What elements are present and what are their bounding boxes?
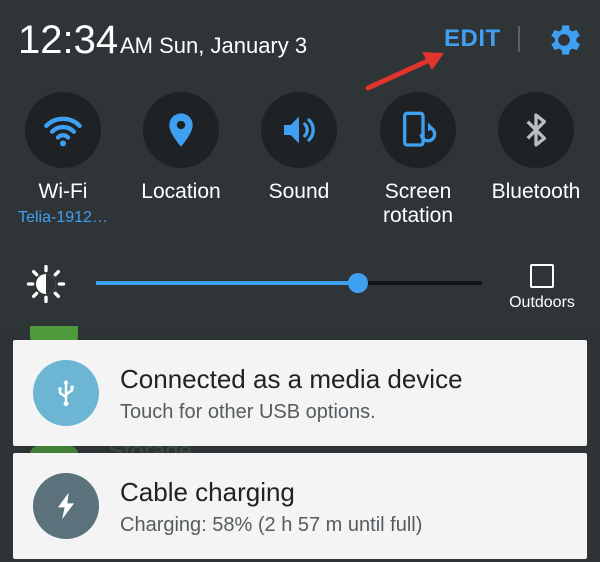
edit-button[interactable]: EDIT <box>444 26 501 52</box>
header-divider <box>518 26 520 52</box>
clock-date: AM Sun, January 3 <box>120 33 308 58</box>
usb-notification-subtitle: Touch for other USB options. <box>120 401 376 423</box>
notification-charging[interactable]: Cable charging Charging: 58% (2 h 57 m u… <box>13 453 587 559</box>
location-pin-icon <box>169 113 193 147</box>
usb-notification-icon-circle <box>33 360 99 426</box>
charging-notification-subtitle: Charging: 58% (2 h 57 m until full) <box>120 514 423 536</box>
wifi-network-name: Telia-1912… <box>18 209 108 226</box>
outdoors-label: Outdoors <box>509 294 575 311</box>
quick-settings-panel: 12:34 AM Sun, January 3 EDIT Wi-Fi Telia… <box>0 0 600 330</box>
location-toggle[interactable] <box>143 92 219 168</box>
brightness-slider-thumb[interactable] <box>348 273 369 293</box>
screen-rotation-icon <box>403 111 437 147</box>
charging-notification-title: Cable charging <box>120 477 295 507</box>
sound-toggle[interactable] <box>261 92 337 168</box>
brightness-slider[interactable] <box>96 273 482 293</box>
notification-usb[interactable]: Connected as a media device Touch for ot… <box>13 340 587 446</box>
wifi-toggle[interactable] <box>25 92 101 168</box>
bluetooth-icon <box>526 113 546 147</box>
screen-rotation-toggle[interactable] <box>380 92 456 168</box>
brightness-icon <box>26 264 66 304</box>
lightning-bolt-icon <box>58 492 74 520</box>
brightness-slider-fill <box>96 281 359 285</box>
bluetooth-label: Bluetooth <box>491 180 581 203</box>
clock-time: 12:34 <box>18 18 119 62</box>
usb-icon <box>58 379 74 407</box>
screen-rotation-label-line1: Screen <box>384 180 452 203</box>
usb-notification-title: Connected as a media device <box>120 364 463 394</box>
annotation-arrow-icon <box>365 52 444 91</box>
gear-icon[interactable] <box>544 20 584 60</box>
charging-notification-icon-circle <box>33 473 99 539</box>
wifi-icon <box>44 116 82 147</box>
bluetooth-toggle[interactable] <box>498 92 574 168</box>
speaker-icon <box>284 116 315 144</box>
screen-rotation-label-line2: rotation <box>382 204 454 227</box>
outdoors-checkbox[interactable] <box>530 264 554 288</box>
